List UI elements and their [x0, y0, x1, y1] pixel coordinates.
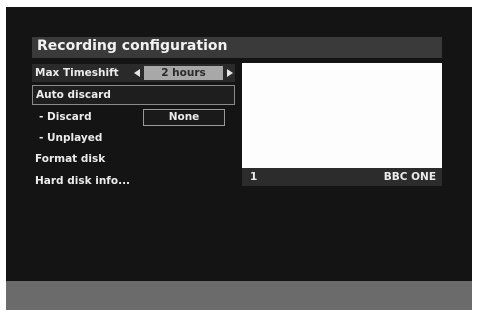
video-preview — [242, 63, 442, 168]
format-disk-label: Format disk — [35, 153, 106, 165]
discard-value[interactable]: None — [143, 109, 225, 126]
page-title: Recording configuration — [37, 38, 228, 54]
channel-number: 1 — [250, 171, 258, 183]
unplayed-label: - Unplayed — [39, 132, 103, 144]
menu-item-hard-disk-info[interactable]: Hard disk info... — [32, 172, 235, 190]
max-timeshift-label: Max Timeshift — [35, 67, 119, 79]
auto-discard-label: Auto discard — [36, 89, 111, 101]
channel-info-bar: 1 BBC ONE — [242, 168, 442, 186]
tv-screen: Recording configuration Max Timeshift 2 … — [6, 7, 472, 310]
hard-disk-info-label: Hard disk info... — [35, 175, 131, 187]
arrow-right-icon[interactable] — [227, 69, 233, 77]
discard-label: - Discard — [39, 111, 92, 123]
title-bar: Recording configuration — [32, 37, 442, 58]
arrow-left-icon[interactable] — [134, 69, 140, 77]
footer-band — [6, 281, 472, 310]
menu-item-auto-discard[interactable]: Auto discard — [32, 85, 235, 105]
menu-item-discard[interactable]: - Discard None — [32, 108, 235, 126]
menu-item-max-timeshift[interactable]: Max Timeshift 2 hours — [32, 64, 235, 82]
channel-name: BBC ONE — [383, 171, 436, 183]
max-timeshift-value[interactable]: 2 hours — [144, 66, 223, 80]
menu-item-format-disk[interactable]: Format disk — [32, 150, 235, 168]
menu-item-unplayed[interactable]: - Unplayed — [32, 129, 235, 147]
